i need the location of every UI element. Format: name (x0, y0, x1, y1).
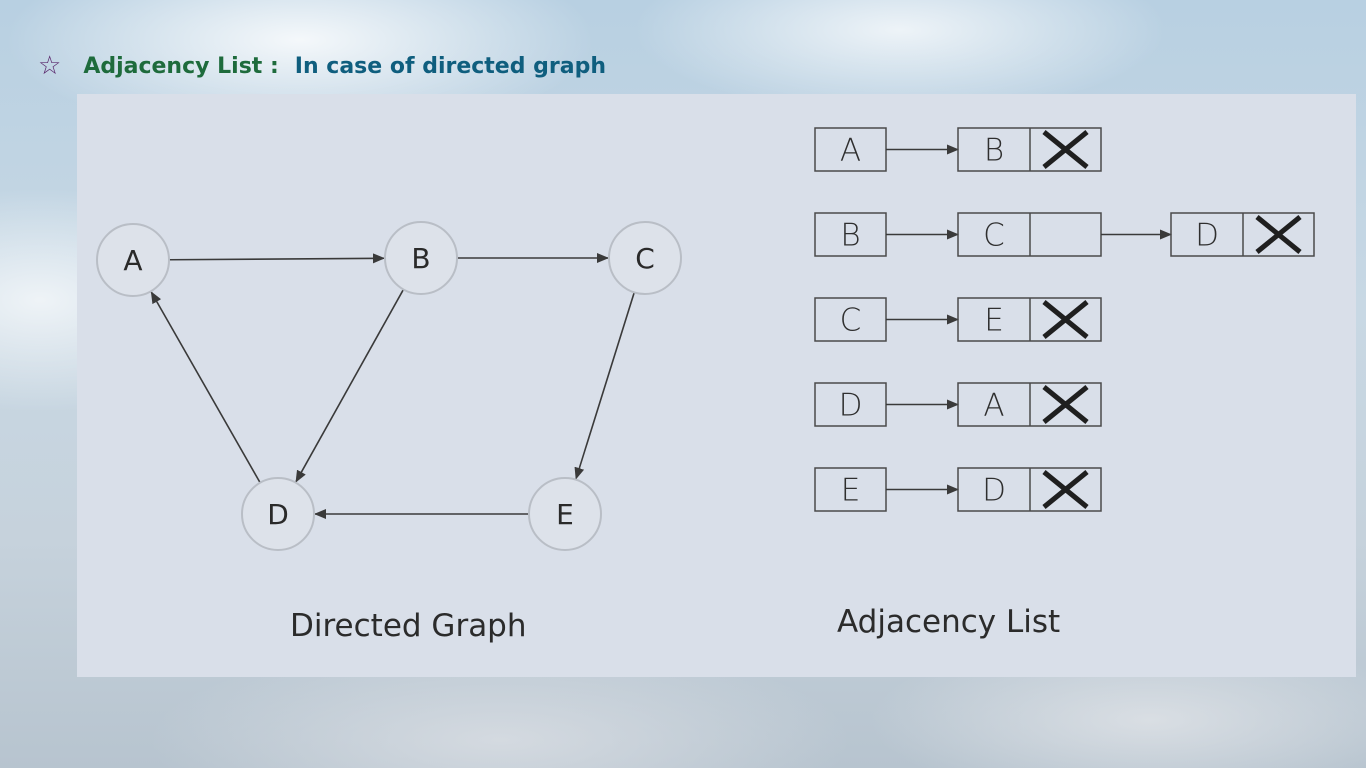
node-label: C (635, 242, 655, 275)
head-label: C (840, 303, 862, 339)
node-c: C (608, 221, 682, 295)
list-node-label: B (984, 133, 1004, 169)
null-marker (1042, 300, 1089, 339)
edge-b-d (295, 289, 405, 483)
null-marker (1042, 130, 1089, 169)
graph-caption: Directed Graph (290, 608, 527, 644)
node-d: D (241, 477, 315, 551)
graph-nodes: A B C D E (96, 221, 682, 551)
adj-row-d: DA (814, 382, 1102, 427)
node-b: B (384, 221, 458, 295)
diagram-panel: ABCDE ABBCDCEDAED Directed Graph Adjacen… (77, 94, 1356, 677)
head-label: B (840, 218, 860, 254)
heading-title: Adjacency List : (83, 53, 279, 79)
adjacency-list: A BB C DC ED AE D (814, 127, 1315, 512)
head-label: D (839, 388, 863, 424)
null-marker (1042, 470, 1089, 509)
adj-row-a: AB (814, 127, 1102, 172)
list-node-label: C (983, 218, 1005, 254)
adj-row-b: B C D (814, 212, 1315, 257)
graph-edges (150, 253, 636, 519)
null-marker (1255, 215, 1302, 254)
adj-row-c: CE (814, 297, 1102, 342)
slide-heading: ☆ Adjacency List : In case of directed g… (38, 50, 606, 82)
diagram-canvas: A B CD E A BB C DC ED AE D (96, 127, 1315, 551)
edge-c-e (574, 292, 636, 480)
head-label: A (840, 133, 861, 169)
node-label: B (411, 242, 430, 275)
node-a: A (96, 223, 170, 297)
list-node-label: D (1195, 218, 1219, 254)
heading-subtitle: In case of directed graph (294, 53, 606, 79)
node-e: E (528, 477, 602, 551)
node-label: E (556, 498, 574, 531)
adj-row-e: ED (814, 467, 1102, 512)
adjacency-caption: Adjacency List (837, 604, 1061, 640)
head-label: E (841, 473, 861, 509)
edge-a-b (168, 253, 386, 264)
list-node-label: A (983, 388, 1004, 424)
node-label: D (267, 498, 289, 531)
list-node-label: D (982, 473, 1006, 509)
star-icon: ☆ (38, 51, 62, 81)
null-marker (1042, 385, 1089, 424)
node-label: A (123, 244, 142, 277)
edge-d-a (150, 291, 261, 484)
list-node-label: E (984, 303, 1004, 339)
